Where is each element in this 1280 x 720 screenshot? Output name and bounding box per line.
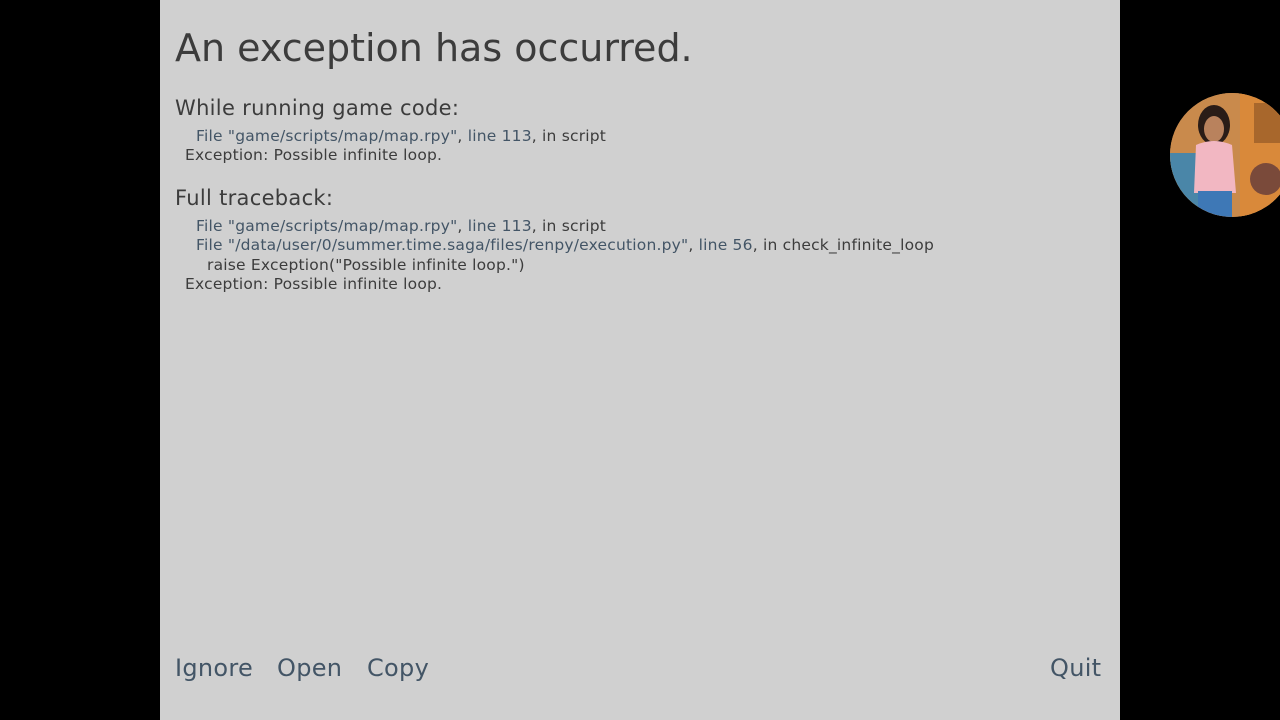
traceback-line: File "/data/user/0/summer.time.saga/file… — [196, 236, 934, 256]
profile-avatar-icon[interactable] — [1170, 93, 1280, 217]
separator: , — [457, 127, 468, 145]
open-button[interactable]: Open — [277, 652, 342, 684]
ignore-button[interactable]: Ignore — [175, 652, 253, 684]
quit-button[interactable]: Quit — [1050, 652, 1101, 684]
line-link[interactable]: line 113 — [468, 127, 532, 145]
traceback-code-line: raise Exception("Possible infinite loop.… — [207, 256, 525, 274]
game-code-trace-line: File "game/scripts/map/map.rpy", line 11… — [196, 127, 606, 147]
file-link[interactable]: File "game/scripts/map/map.rpy" — [196, 217, 457, 235]
trace-context: , in script — [531, 127, 607, 145]
traceback-exception-message: Exception: Possible infinite loop. — [185, 275, 443, 293]
game-code-exception-message: Exception: Possible infinite loop. — [185, 146, 443, 164]
page-title: An exception has occurred. — [175, 26, 693, 70]
trace-context: , in check_infinite_loop — [752, 236, 935, 254]
separator: , — [457, 217, 468, 235]
file-link[interactable]: File "game/scripts/map/map.rpy" — [196, 127, 457, 145]
trace-context: , in script — [531, 217, 607, 235]
error-panel: An exception has occurred. While running… — [160, 0, 1120, 720]
file-link[interactable]: File "/data/user/0/summer.time.saga/file… — [196, 236, 688, 254]
line-link[interactable]: line 56 — [699, 236, 753, 254]
game-code-heading: While running game code: — [175, 96, 460, 120]
separator: , — [688, 236, 699, 254]
full-traceback-heading: Full traceback: — [175, 186, 334, 210]
traceback-line: File "game/scripts/map/map.rpy", line 11… — [196, 217, 606, 237]
line-link[interactable]: line 113 — [468, 217, 532, 235]
copy-button[interactable]: Copy — [367, 652, 429, 684]
avatar-photo — [1170, 93, 1280, 217]
